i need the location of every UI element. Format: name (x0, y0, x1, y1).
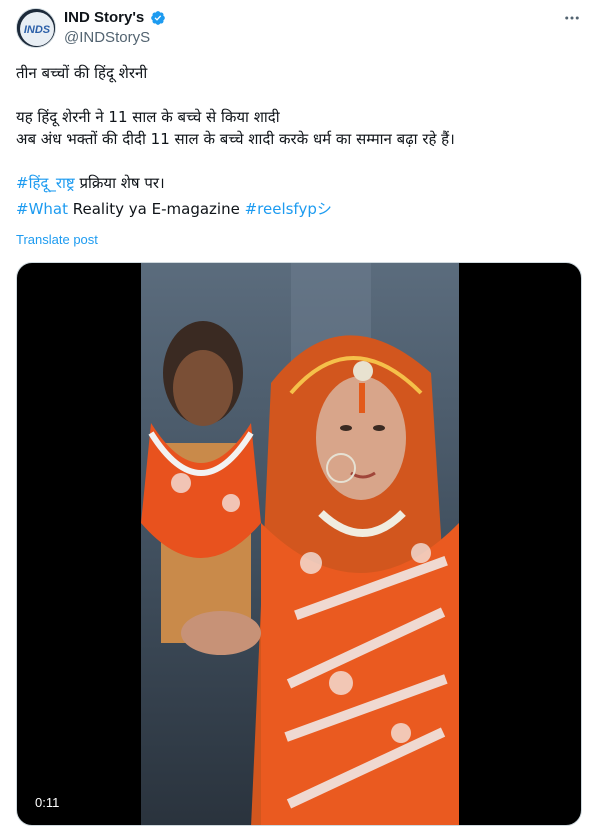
tweet-line-4: #हिंदू_राष्ट्र प्रक्रिया शेष पर। (16, 172, 582, 194)
hashtag-reelsfyp[interactable]: #reelsfypシ (245, 200, 332, 218)
avatar-logo: INDS (17, 9, 55, 47)
video-duration: 0:11 (29, 793, 66, 813)
author-display-name[interactable]: IND Story's (64, 8, 144, 28)
tweet-line-3: अब अंध भक्तों की दीदी 11 साल के बच्चे शा… (16, 130, 455, 148)
tweet-line-5-text: Reality ya E-magazine (67, 200, 245, 218)
avatar[interactable]: INDS (16, 8, 56, 48)
verified-badge-icon (151, 11, 165, 25)
tweet-line-4-text: प्रक्रिया शेष पर। (74, 174, 165, 192)
tweet-line-5: #What Reality ya E-magazine #reelsfypシ (16, 198, 582, 220)
tweet-text: तीन बच्चों की हिंदू शेरनी यह हिंदू शेरनी… (16, 62, 582, 220)
tweet-line-1: तीन बच्चों की हिंदू शेरनी (16, 64, 148, 82)
video-frame (141, 263, 459, 825)
svg-text:INDS: INDS (24, 24, 51, 36)
translate-post-link[interactable]: Translate post (16, 232, 98, 248)
more-dots-icon[interactable] (562, 8, 582, 28)
author-handle[interactable]: @INDStoryS (64, 28, 150, 48)
hashtag-hindu-rashtra[interactable]: #हिंदू_राष्ट्र (16, 174, 75, 192)
tweet-line-2: यह हिंदू शेरनी ने 11 साल के बच्चे से किय… (16, 108, 280, 126)
video-thumbnail (141, 263, 459, 825)
hashtag-what[interactable]: #What (16, 200, 68, 218)
video-player[interactable]: 0:11 (16, 262, 582, 826)
